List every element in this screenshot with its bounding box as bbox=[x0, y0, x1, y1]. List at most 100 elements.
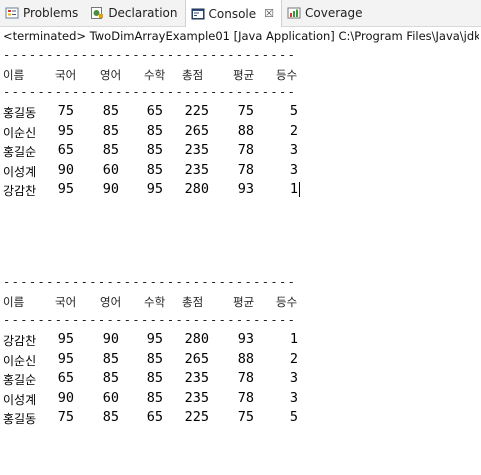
total-score: 235 bbox=[184, 142, 209, 158]
student-name: 홍길순 bbox=[3, 373, 37, 387]
declaration-icon bbox=[90, 6, 104, 20]
separator-line: ---------------------------------- bbox=[3, 275, 297, 289]
kor-score: 95 bbox=[57, 181, 74, 197]
table-row: 홍길순 65 85 85 235 78 3 bbox=[0, 370, 481, 390]
column-header: 평균 bbox=[233, 68, 255, 82]
student-name: 이성계 bbox=[3, 164, 37, 179]
student-name: 이성계 bbox=[3, 392, 37, 407]
tab-coverage[interactable]: Coverage bbox=[282, 0, 370, 26]
column-header: 국어 bbox=[55, 295, 77, 309]
separator-line: ---------------------------------- bbox=[3, 48, 297, 62]
student-name: 이순신 bbox=[3, 353, 37, 368]
coverage-icon bbox=[287, 6, 301, 20]
avg-score: 78 bbox=[237, 389, 254, 406]
avg-score: 93 bbox=[237, 331, 254, 347]
tab-label: Declaration bbox=[108, 6, 178, 20]
table-row: 이성계 90 60 85 235 78 3 bbox=[0, 390, 481, 410]
text-cursor bbox=[299, 182, 300, 197]
tab-label: Problems bbox=[23, 6, 79, 20]
kor-score: 65 bbox=[57, 142, 74, 158]
rank: 3 bbox=[289, 142, 298, 158]
total-score: 225 bbox=[184, 409, 209, 425]
rank: 2 bbox=[289, 350, 298, 367]
kor-score: 75 bbox=[57, 103, 74, 119]
eng-score: 85 bbox=[102, 122, 119, 139]
rank: 1 bbox=[289, 181, 298, 197]
column-header: 국어 bbox=[55, 68, 77, 82]
math-score: 85 bbox=[146, 389, 163, 406]
separator-line: ---------------------------------- bbox=[3, 313, 297, 327]
rank: 3 bbox=[289, 161, 298, 178]
total-score: 225 bbox=[184, 103, 209, 119]
tab-declaration[interactable]: Declaration bbox=[85, 0, 184, 26]
column-header: 이름 bbox=[3, 295, 25, 309]
kor-score: 90 bbox=[57, 161, 74, 178]
avg-score: 78 bbox=[237, 161, 254, 178]
eng-score: 85 bbox=[102, 142, 119, 158]
eng-score: 90 bbox=[102, 331, 119, 347]
kor-score: 95 bbox=[57, 331, 74, 347]
math-score: 85 bbox=[146, 370, 163, 386]
avg-score: 88 bbox=[237, 350, 254, 367]
math-score: 85 bbox=[146, 142, 163, 158]
table-row: 강감찬 95 90 95 280 93 1 bbox=[0, 181, 481, 201]
kor-score: 95 bbox=[57, 122, 74, 139]
console-output[interactable]: ---------------------------------- 이름 국어 영어… bbox=[0, 45, 481, 475]
tab-console[interactable]: Console ☒ bbox=[184, 0, 283, 27]
eng-score: 60 bbox=[102, 389, 119, 406]
table-row: 홍길동 75 85 65 225 75 5 bbox=[0, 409, 481, 429]
math-score: 95 bbox=[146, 331, 163, 347]
math-score: 95 bbox=[146, 181, 163, 197]
student-name: 이순신 bbox=[3, 125, 37, 140]
column-header-row: 이름 국어 영어 수학 총점 평균 등수 bbox=[0, 67, 481, 87]
avg-score: 78 bbox=[237, 370, 254, 386]
column-header: 평균 bbox=[233, 295, 255, 309]
total-score: 280 bbox=[184, 181, 209, 197]
column-header: 영어 bbox=[100, 68, 122, 82]
eng-score: 60 bbox=[102, 161, 119, 178]
close-icon[interactable]: ☒ bbox=[264, 7, 274, 20]
math-score: 65 bbox=[146, 103, 163, 119]
column-header: 이름 bbox=[3, 68, 25, 82]
tab-problems[interactable]: Problems bbox=[0, 0, 85, 26]
student-name: 홍길동 bbox=[3, 106, 37, 120]
math-score: 65 bbox=[146, 409, 163, 425]
tab-label: Coverage bbox=[305, 6, 363, 20]
column-header: 총점 bbox=[182, 295, 204, 309]
math-score: 85 bbox=[146, 350, 163, 367]
kor-score: 65 bbox=[57, 370, 74, 386]
rank: 3 bbox=[289, 370, 298, 386]
total-score: 235 bbox=[184, 161, 209, 178]
table-row: 홍길동 75 85 65 225 75 5 bbox=[0, 103, 481, 123]
process-status-line: <terminated> TwoDimArrayExample01 [Java … bbox=[3, 29, 479, 43]
table-row: 홍길순 65 85 85 235 78 3 bbox=[0, 142, 481, 162]
student-name: 강감찬 bbox=[3, 334, 37, 348]
column-header: 수학 bbox=[144, 295, 166, 309]
eng-score: 90 bbox=[102, 181, 119, 197]
kor-score: 95 bbox=[57, 350, 74, 367]
total-score: 265 bbox=[184, 350, 209, 367]
kor-score: 90 bbox=[57, 389, 74, 406]
math-score: 85 bbox=[146, 161, 163, 178]
kor-score: 75 bbox=[57, 409, 74, 425]
column-header: 등수 bbox=[276, 68, 298, 82]
rank: 5 bbox=[289, 103, 298, 119]
student-name: 홍길순 bbox=[3, 145, 37, 159]
avg-score: 93 bbox=[237, 181, 254, 197]
math-score: 85 bbox=[146, 122, 163, 139]
avg-score: 75 bbox=[237, 409, 254, 425]
student-name: 강감찬 bbox=[3, 184, 37, 198]
total-score: 235 bbox=[184, 389, 209, 406]
problems-icon bbox=[5, 6, 19, 20]
avg-score: 78 bbox=[237, 142, 254, 158]
student-name: 홍길동 bbox=[3, 412, 37, 426]
table-row: 이순신 95 85 85 265 88 2 bbox=[0, 351, 481, 371]
rank: 2 bbox=[289, 122, 298, 139]
rank: 5 bbox=[289, 409, 298, 425]
column-header: 총점 bbox=[182, 68, 204, 82]
separator-line: ---------------------------------- bbox=[3, 85, 297, 99]
eng-score: 85 bbox=[102, 409, 119, 425]
table-row: 이성계 90 60 85 235 78 3 bbox=[0, 162, 481, 182]
rank: 1 bbox=[289, 331, 298, 347]
view-tab-bar: Problems Declaration Console ☒ Coverage bbox=[0, 0, 481, 27]
